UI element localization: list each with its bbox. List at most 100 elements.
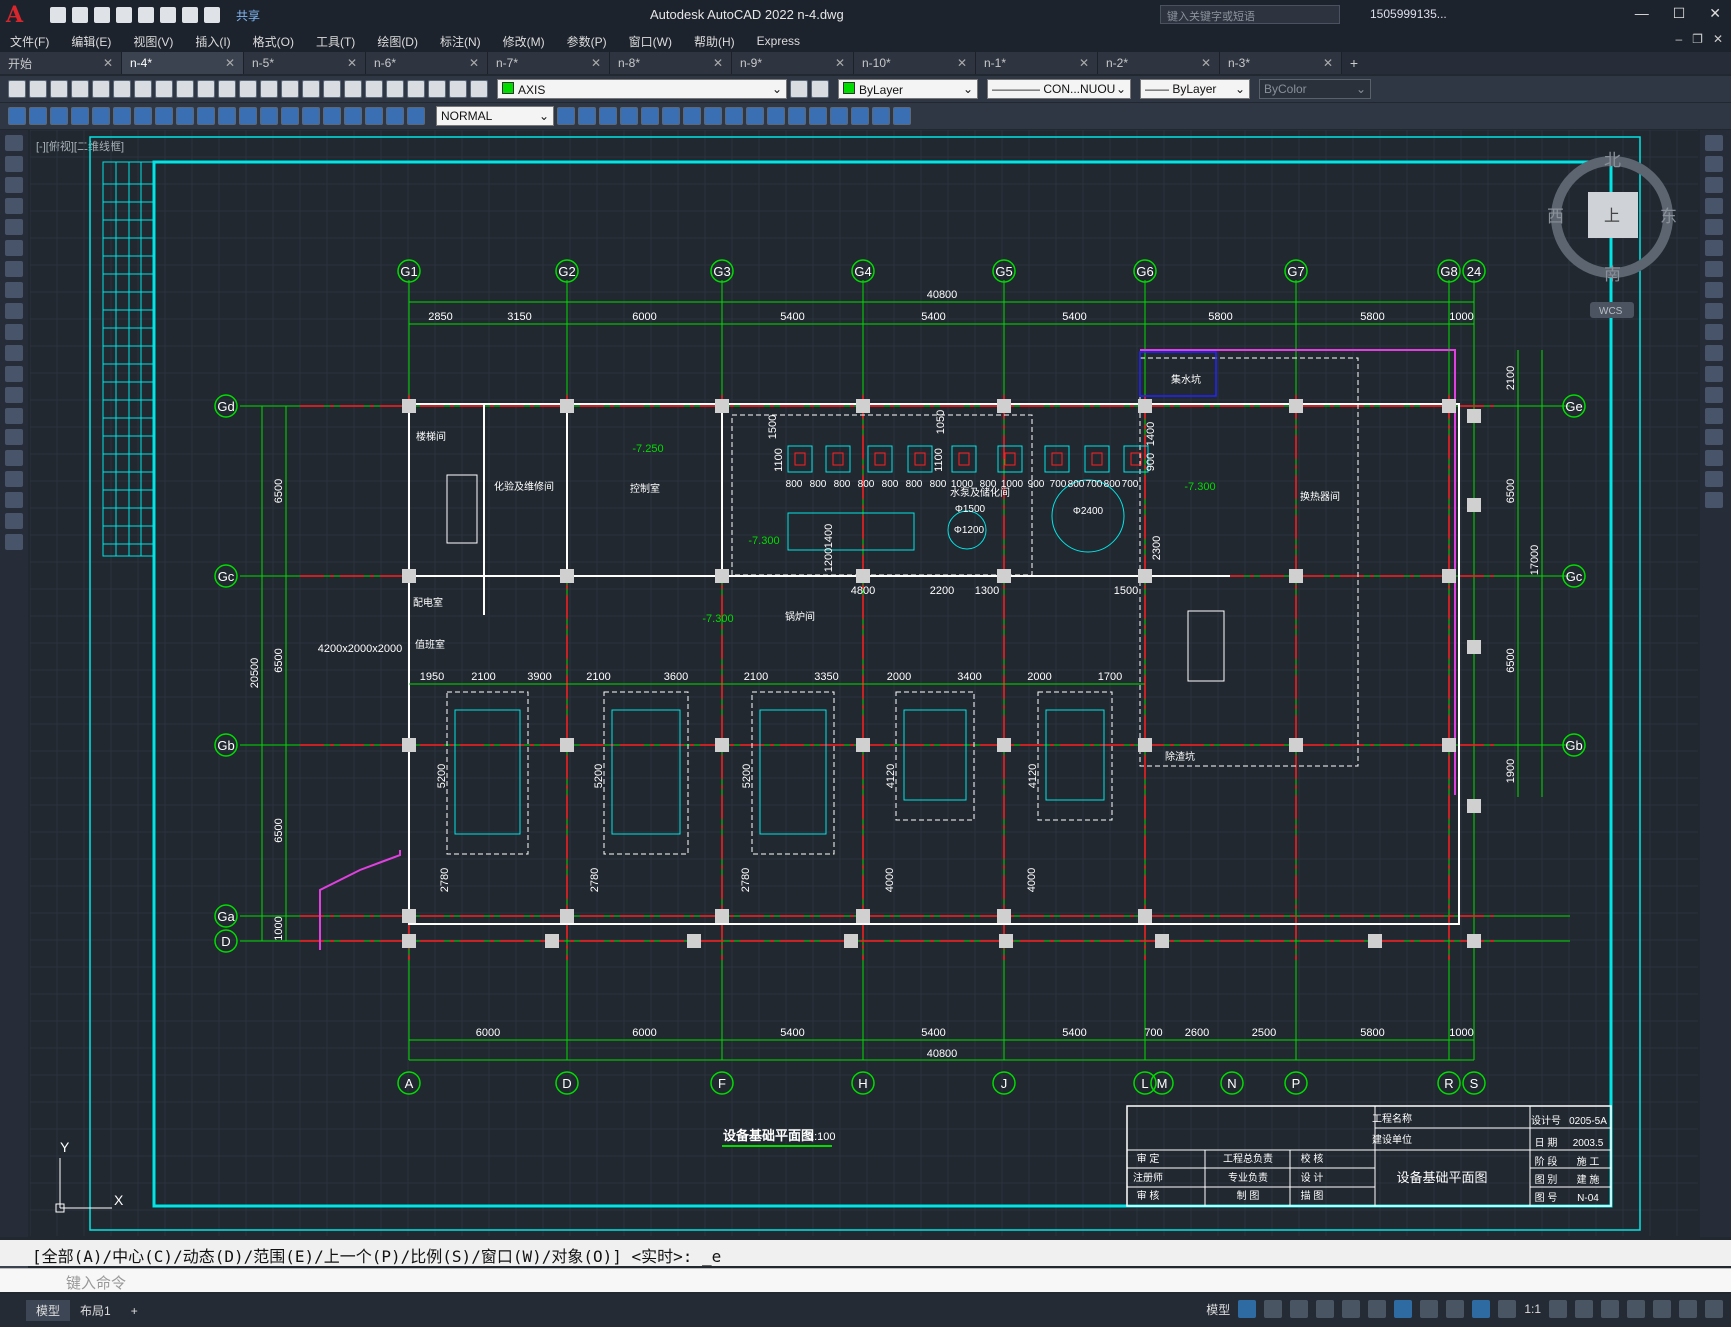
break-tool-icon[interactable] xyxy=(1705,387,1723,403)
menu-item[interactable]: 绘图(D) xyxy=(377,33,418,50)
construction-line-icon[interactable] xyxy=(5,156,23,172)
save-file-icon[interactable] xyxy=(50,80,68,98)
erase-tool-icon[interactable] xyxy=(1705,135,1723,151)
properties-icon[interactable] xyxy=(344,80,362,98)
explode-icon[interactable] xyxy=(893,107,911,125)
arc-icon[interactable] xyxy=(5,240,23,256)
dim-radius-icon[interactable] xyxy=(92,107,110,125)
help-icon[interactable] xyxy=(449,80,467,98)
dim-aligned-icon[interactable] xyxy=(29,107,47,125)
annotation-scale[interactable]: 1:1 xyxy=(1524,1302,1541,1316)
file-tab[interactable]: n-5* ✕ xyxy=(244,52,366,74)
dim-linear-icon[interactable] xyxy=(8,107,26,125)
ortho-icon[interactable] xyxy=(1290,1300,1309,1318)
insert-block-icon[interactable] xyxy=(5,366,23,382)
add-layout-icon[interactable]: + xyxy=(121,1302,148,1320)
ellipse-arc-icon[interactable] xyxy=(5,345,23,361)
copy-icon[interactable] xyxy=(155,80,173,98)
ellipse-icon[interactable] xyxy=(5,324,23,340)
center-mark-icon[interactable] xyxy=(302,107,320,125)
file-tab[interactable]: n-6* ✕ xyxy=(366,52,488,74)
open-file-icon[interactable] xyxy=(29,80,47,98)
pan-icon[interactable] xyxy=(260,80,278,98)
break-icon[interactable] xyxy=(809,107,827,125)
erase-icon[interactable] xyxy=(578,107,596,125)
stretch-tool-icon[interactable] xyxy=(1705,303,1723,319)
gradient-icon[interactable] xyxy=(5,450,23,466)
chamfer-icon[interactable] xyxy=(851,107,869,125)
publish-file-icon[interactable] xyxy=(113,80,131,98)
inspection-icon[interactable] xyxy=(323,107,341,125)
make-block-icon[interactable] xyxy=(5,387,23,403)
tab-close-icon[interactable]: ✕ xyxy=(835,56,845,70)
isolate-objects-icon[interactable] xyxy=(1653,1300,1671,1318)
polyline-icon[interactable] xyxy=(5,177,23,193)
add-selected-icon[interactable] xyxy=(5,534,23,550)
redo-icon[interactable] xyxy=(204,7,220,23)
qnew-icon[interactable] xyxy=(8,80,26,98)
file-tab[interactable]: n-10* ✕ xyxy=(854,52,976,74)
dim-baseline-icon[interactable] xyxy=(197,107,215,125)
fillet-icon[interactable] xyxy=(872,107,890,125)
dim-text-edit-icon[interactable] xyxy=(386,107,404,125)
menu-item[interactable]: 视图(V) xyxy=(133,33,173,50)
units-icon[interactable] xyxy=(1601,1300,1619,1318)
dim-arc-icon[interactable] xyxy=(50,107,68,125)
tab-close-icon[interactable]: ✕ xyxy=(347,56,357,70)
offset-icon[interactable] xyxy=(641,107,659,125)
workspace-gear-icon[interactable] xyxy=(1549,1300,1567,1318)
menu-item[interactable]: 文件(F) xyxy=(10,33,49,50)
file-tab[interactable]: n-4* ✕ xyxy=(122,52,244,74)
tolerance-icon[interactable] xyxy=(281,107,299,125)
polar-icon[interactable] xyxy=(1316,1300,1335,1318)
save-icon[interactable] xyxy=(94,7,110,23)
preview-icon[interactable] xyxy=(92,80,110,98)
share-button[interactable]: 共享 xyxy=(236,7,260,24)
tab-close-icon[interactable]: ✕ xyxy=(469,56,479,70)
rectangle-icon[interactable] xyxy=(5,219,23,235)
redo-tool-icon[interactable] xyxy=(239,80,257,98)
maximize-icon[interactable]: ☐ xyxy=(1673,5,1686,22)
undo-tool-icon[interactable] xyxy=(218,80,236,98)
join-icon[interactable] xyxy=(830,107,848,125)
undo-icon[interactable] xyxy=(182,7,198,23)
line-icon[interactable] xyxy=(5,135,23,151)
doc-close-icon[interactable]: ✕ xyxy=(1713,32,1723,46)
linetype-dropdown[interactable]: ———— CON...NUOU ⌄ xyxy=(987,79,1131,99)
rotate-icon[interactable] xyxy=(704,107,722,125)
move-tool-icon[interactable] xyxy=(1705,240,1723,256)
menu-item[interactable]: 标注(N) xyxy=(440,33,481,50)
customization-icon[interactable] xyxy=(1705,1300,1723,1318)
print-icon[interactable] xyxy=(71,80,89,98)
stretch-icon[interactable] xyxy=(746,107,764,125)
point-icon[interactable] xyxy=(5,408,23,424)
cut-icon[interactable] xyxy=(134,80,152,98)
close-icon[interactable]: ✕ xyxy=(1709,5,1721,22)
transparency-icon[interactable] xyxy=(1446,1300,1465,1318)
dim-jogged-icon[interactable] xyxy=(113,107,131,125)
paste-icon[interactable] xyxy=(176,80,194,98)
tab-close-icon[interactable]: ✕ xyxy=(713,56,723,70)
tab-close-icon[interactable]: ✕ xyxy=(1079,56,1089,70)
autocad-logo[interactable]: A xyxy=(6,2,32,28)
layout-tab-layout1[interactable]: 布局1 xyxy=(70,1300,121,1321)
snap-icon[interactable] xyxy=(1264,1300,1283,1318)
dimstyle-manager-icon[interactable] xyxy=(557,107,575,125)
mtext-icon[interactable] xyxy=(5,513,23,529)
zoom-realtime-icon[interactable] xyxy=(281,80,299,98)
drawing-canvas[interactable]: 40800 2850 3150 6000 5400 5400 5400 5800 5800 100… xyxy=(30,130,1698,1236)
blend-icon[interactable] xyxy=(1705,471,1723,487)
table-icon[interactable] xyxy=(5,492,23,508)
join-tool-icon[interactable] xyxy=(1705,408,1723,424)
match-properties-icon[interactable] xyxy=(197,80,215,98)
dimstyle-dropdown[interactable]: NORMAL ⌄ xyxy=(436,106,554,126)
menu-item[interactable]: 编辑(E) xyxy=(71,33,111,50)
open-icon[interactable] xyxy=(72,7,88,23)
publish-icon[interactable] xyxy=(138,7,154,23)
array-tool-icon[interactable] xyxy=(1705,219,1723,235)
annotation-visibility-icon[interactable] xyxy=(1472,1300,1491,1318)
lineweight-dropdown[interactable]: —— ByLayer ⌄ xyxy=(1140,79,1250,99)
new-tab-icon[interactable]: + xyxy=(1342,52,1366,74)
region-icon[interactable] xyxy=(5,471,23,487)
layer-manager-icon[interactable] xyxy=(470,80,488,98)
